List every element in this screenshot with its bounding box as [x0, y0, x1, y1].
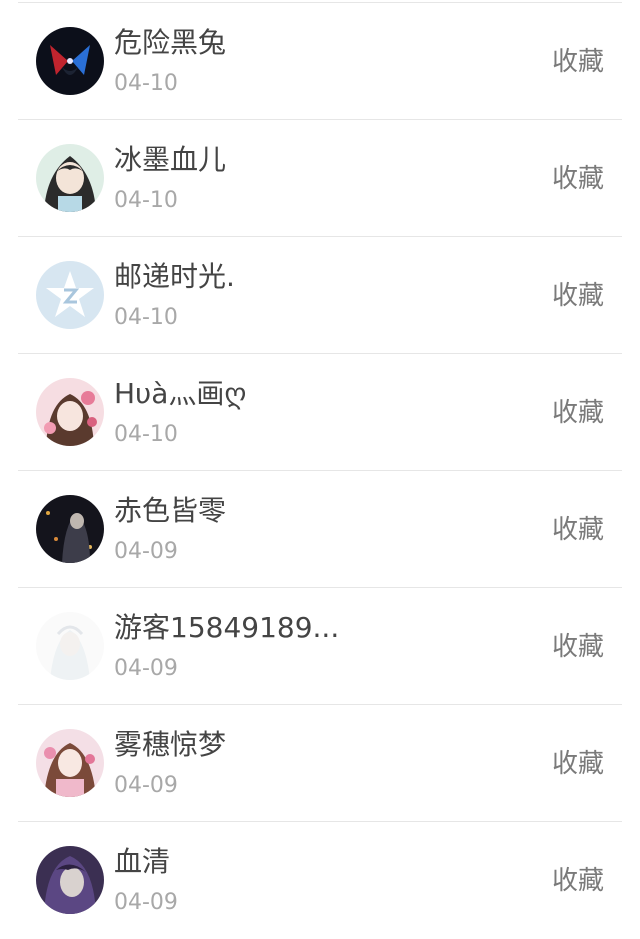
anime-girl-avatar-icon	[36, 144, 104, 212]
date-label: 04-09	[114, 656, 178, 681]
date-label: 04-10	[114, 305, 178, 330]
list-item[interactable]: 血清 04-09 收藏	[0, 822, 640, 939]
date-label: 04-09	[114, 890, 178, 915]
avatar[interactable]	[36, 144, 104, 212]
faded-white-figure-avatar-icon	[36, 612, 104, 680]
user-list: 危险黑兔 04-10 收藏 冰墨血儿 04-10 收藏 邮递时光. 04-10 …	[0, 3, 640, 939]
avatar[interactable]	[36, 495, 104, 563]
favorite-button[interactable]: 收藏	[552, 162, 604, 196]
favorite-button[interactable]: 收藏	[552, 747, 604, 781]
avatar[interactable]	[36, 729, 104, 797]
list-item[interactable]: 赤色皆零 04-09 收藏	[0, 471, 640, 588]
list-item[interactable]: 危险黑兔 04-10 收藏	[0, 3, 640, 120]
avatar[interactable]	[36, 378, 104, 446]
user-name: 雾穗惊梦	[114, 728, 227, 761]
user-name: 冰墨血儿	[114, 143, 227, 176]
date-label: 04-09	[114, 773, 178, 798]
favorite-button[interactable]: 收藏	[552, 513, 604, 547]
avatar[interactable]	[36, 27, 104, 95]
favorite-button[interactable]: 收藏	[552, 864, 604, 898]
date-label: 04-10	[114, 71, 178, 96]
user-name: 邮递时光.	[114, 260, 235, 293]
list-item[interactable]: 邮递时光. 04-10 收藏	[0, 237, 640, 354]
list-item[interactable]: 冰墨血儿 04-10 收藏	[0, 120, 640, 237]
pink-flower-girl-avatar-icon	[36, 378, 104, 446]
user-name: 赤色皆零	[114, 494, 227, 527]
date-label: 04-10	[114, 188, 178, 213]
favorite-button[interactable]: 收藏	[552, 279, 604, 313]
avatar[interactable]	[36, 846, 104, 914]
user-name: Hυà灬画ღ	[114, 377, 247, 410]
list-item[interactable]: Hυà灬画ღ 04-10 收藏	[0, 354, 640, 471]
favorite-button[interactable]: 收藏	[552, 630, 604, 664]
dark-night-figure-avatar-icon	[36, 495, 104, 563]
pink-anime-girl-avatar-icon	[36, 729, 104, 797]
purple-hair-character-avatar-icon	[36, 846, 104, 914]
dark-mask-avatar-icon	[36, 27, 104, 95]
user-name: 危险黑兔	[114, 26, 227, 59]
user-name: 游客15849189...	[114, 611, 340, 644]
favorite-button[interactable]: 收藏	[552, 396, 604, 430]
user-name: 血清	[114, 845, 171, 878]
avatar[interactable]	[36, 612, 104, 680]
date-label: 04-10	[114, 422, 178, 447]
favorite-button[interactable]: 收藏	[552, 45, 604, 79]
default-qq-avatar-icon	[36, 261, 104, 329]
avatar[interactable]	[36, 261, 104, 329]
date-label: 04-09	[114, 539, 178, 564]
list-item[interactable]: 游客15849189... 04-09 收藏	[0, 588, 640, 705]
list-item[interactable]: 雾穗惊梦 04-09 收藏	[0, 705, 640, 822]
